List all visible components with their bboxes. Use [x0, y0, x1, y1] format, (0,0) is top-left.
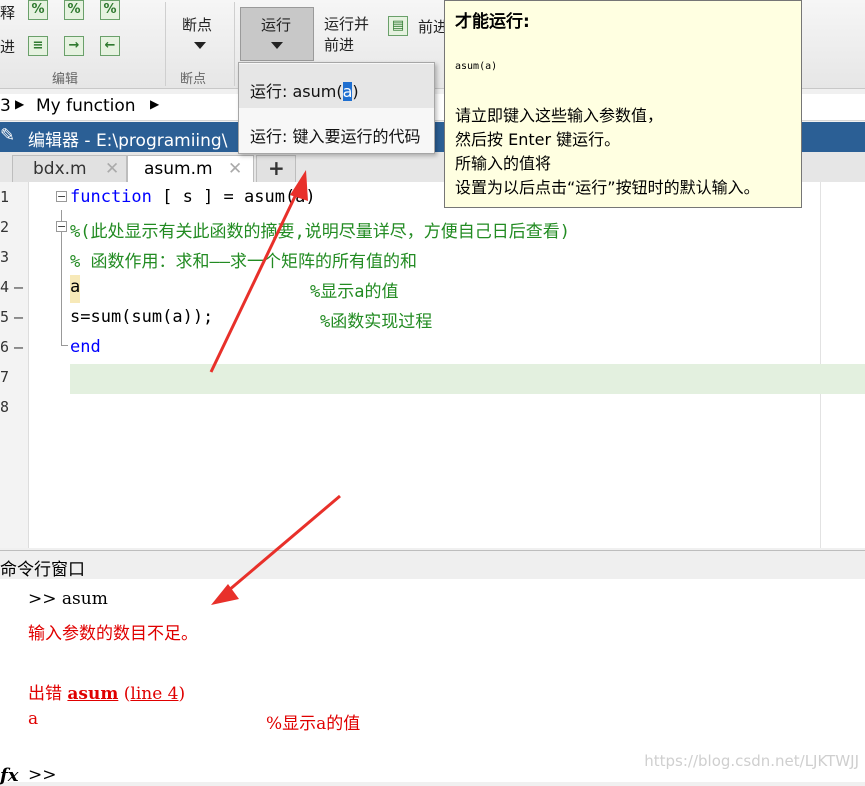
line-number: 3 [0, 248, 10, 266]
fx-icon[interactable]: fx [0, 765, 18, 786]
error-line-link[interactable]: line 4 [130, 684, 178, 704]
tooltip-line: 然后按 Enter 键运行。 [455, 130, 621, 149]
tooltip-line: 所输入的值将 [455, 154, 552, 173]
code-line-1: function [ s ] = asum(a) [70, 187, 316, 207]
chevron-down-icon [194, 42, 206, 49]
run-tooltip: 才能运行: asum(a) 请立即键入这些输入参数值， 然后按 Enter 键运… [444, 0, 802, 208]
code-line-2: %(此处显示有关此函数的摘要,说明尽量详尽，方便自己日后查看) [70, 222, 570, 242]
menu-item-suffix: ) [352, 82, 359, 101]
divider [234, 2, 235, 86]
tooltip-example: asum(a) [455, 61, 498, 72]
run-and-advance-button[interactable]: 运行并 前进 [322, 12, 378, 58]
function-signature: [ s ] = asum(a) [151, 187, 316, 207]
executable-line-marker[interactable]: — [14, 278, 23, 296]
run-and-advance-label: 运行并 前进 [324, 15, 370, 54]
editor-title: 编辑器 - E:\programiing\ [28, 131, 228, 151]
fold-toggle-icon[interactable]: − [56, 221, 67, 232]
menu-item-prefix: 运行: asum( [250, 82, 343, 101]
advance-icon: ▤ [388, 16, 408, 36]
fold-end-marker [61, 345, 68, 346]
comment-label: 释 [0, 4, 16, 22]
plus-icon: + [268, 156, 285, 180]
tab-bdx[interactable]: bdx.m ✕ [12, 155, 127, 182]
uncomment-percent-icon[interactable]: % [64, 0, 84, 20]
code-line-5: s=sum(sum(a)); [70, 307, 214, 327]
command-prompt: >> [28, 765, 57, 785]
error-prefix: 出错 [28, 684, 68, 704]
line-number: 6 [0, 338, 10, 356]
section-edit-label: 编辑 [52, 72, 79, 87]
menu-item-run-asum[interactable]: 运行: asum(a) [239, 64, 434, 108]
comment-percent-icon[interactable]: % [28, 0, 48, 20]
divider [165, 2, 166, 86]
indent-label: 进 [0, 38, 16, 56]
run-button[interactable]: 运行 [240, 7, 314, 61]
breakpoints-label: 断点 [182, 16, 213, 34]
executable-line-marker[interactable]: — [14, 308, 23, 326]
code-line-4-comment: %显示a的值 [310, 282, 399, 302]
run-label: 运行 [261, 16, 292, 34]
breadcrumb-prefix: 3 [0, 96, 11, 116]
line-number-gutter: 1 2 3 4 5 6 7 8 — — — [0, 182, 29, 548]
error-code-comment: %显示a的值 [266, 714, 361, 734]
watermark: https://blog.csdn.net/LJKTWJJ [644, 752, 859, 770]
new-tab-button[interactable]: + [256, 155, 296, 182]
code-line-4: a [70, 277, 81, 297]
error-location-line: 出错 asum (line 4) [28, 679, 185, 704]
error-message: 输入参数的数目不足。 [28, 624, 198, 644]
breadcrumb-item[interactable]: My function [36, 96, 136, 116]
command-window-title: 命令行窗口 [0, 560, 85, 580]
selected-argument[interactable]: a [342, 82, 353, 101]
menu-item-run-custom[interactable]: 运行: 键入要运行的代码 [239, 111, 434, 155]
menu-item-label: 运行: asum(a) [250, 78, 359, 102]
line-number: 7 [0, 368, 10, 386]
close-icon[interactable]: ✕ [105, 159, 119, 179]
tooltip-line: 设置为以后点击“运行”按钮时的默认输入。 [455, 178, 760, 197]
line-number: 5 [0, 308, 10, 326]
line-number: 8 [0, 398, 10, 416]
error-function-link[interactable]: asum [67, 684, 118, 704]
code-line-3: % 函数作用：求和——求一个矩阵的所有值的和 [70, 252, 417, 272]
wrap-comment-icon[interactable]: % [100, 0, 120, 20]
executable-line-marker[interactable]: — [14, 338, 23, 356]
tooltip-title: 才能运行: [455, 12, 530, 32]
menu-item-label: 运行: 键入要运行的代码 [250, 127, 421, 146]
code-line-5-comment: %函数实现过程 [320, 312, 433, 332]
breakpoints-button[interactable]: 断点 [172, 6, 228, 62]
advance-button[interactable]: ▤ 前进 [386, 14, 448, 42]
tooltip-line: 请立即键入这些输入参数值， [455, 106, 664, 125]
tab-label: asum.m [144, 159, 213, 179]
error-close-paren: ) [178, 684, 186, 704]
line-number: 1 [0, 188, 10, 206]
code-line-6: end [70, 337, 101, 357]
smart-indent-icon[interactable]: ≡ [28, 36, 48, 56]
section-breakpoints-label: 断点 [180, 72, 207, 87]
command-window-header: 命令行窗口 [0, 550, 865, 580]
tab-label: bdx.m [33, 159, 87, 179]
close-icon[interactable]: ✕ [228, 159, 242, 179]
command-prompt-line: >> asum [28, 589, 108, 609]
current-line-highlight [70, 364, 865, 394]
editor-pencil-icon: ✎ [0, 125, 16, 146]
line-number: 4 [0, 278, 10, 296]
fold-toggle-icon[interactable]: − [56, 191, 67, 202]
error-code: a [28, 709, 39, 729]
indent-icon[interactable]: → [64, 36, 84, 56]
chevron-right-icon[interactable]: ▶ [150, 97, 159, 111]
keyword-function: function [70, 187, 152, 207]
tab-asum[interactable]: asum.m ✕ [127, 155, 254, 182]
code-editor[interactable]: 1 2 3 4 5 6 7 8 — — — − − function [ s ]… [0, 182, 865, 548]
chevron-down-icon [271, 42, 283, 49]
chevron-right-icon: ▶ [15, 97, 25, 111]
outdent-icon[interactable]: ← [100, 36, 120, 56]
line-number: 2 [0, 218, 10, 236]
error-open-paren: ( [118, 684, 131, 704]
run-dropdown-menu: 运行: asum(a) 运行: 键入要运行的代码 [238, 62, 435, 154]
